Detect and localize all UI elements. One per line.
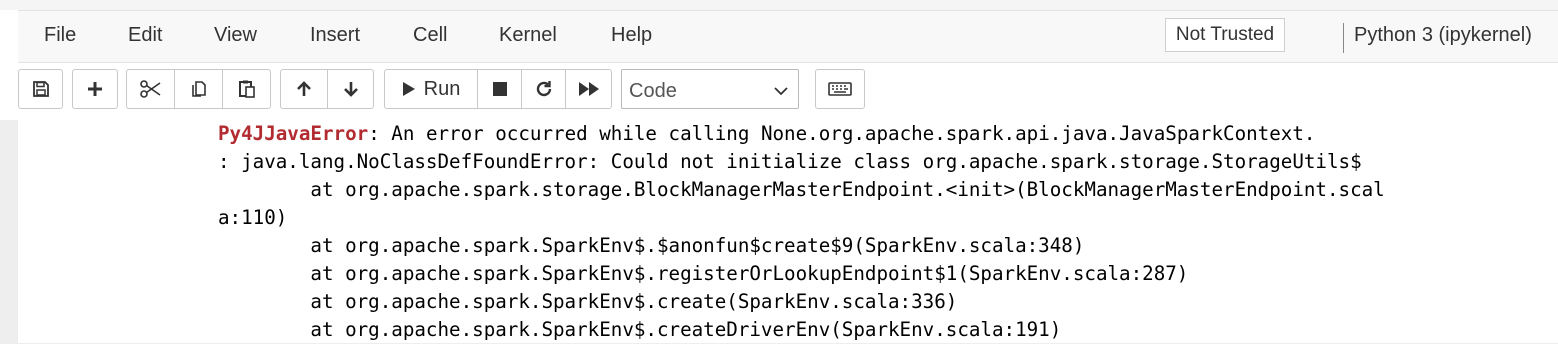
traceback-line: at org.apache.spark.storage.BlockManager… — [218, 178, 1385, 201]
menubar: File Edit View Insert Cell Kernel Help N… — [18, 10, 1558, 63]
plus-icon — [86, 80, 104, 98]
traceback-line: a:110) — [218, 206, 288, 229]
scissors-icon — [139, 80, 162, 98]
menu-file[interactable]: File — [44, 24, 76, 47]
menu-kernel[interactable]: Kernel — [499, 24, 557, 47]
insert-cell-button[interactable] — [72, 69, 118, 109]
paste-button[interactable] — [222, 69, 271, 109]
menu-cell[interactable]: Cell — [413, 24, 447, 47]
cut-button[interactable] — [126, 69, 175, 109]
arrow-down-icon — [342, 80, 360, 98]
play-icon — [402, 81, 416, 97]
restart-button[interactable] — [521, 69, 566, 109]
chevron-down-icon — [774, 83, 788, 101]
error-traceback: Py4JJavaError: An error occurred while c… — [218, 120, 1385, 344]
menu-help[interactable]: Help — [611, 24, 652, 47]
traceback-line: at org.apache.spark.SparkEnv$.createDriv… — [218, 318, 1062, 341]
insert-group — [72, 69, 118, 109]
error-header-line: Py4JJavaError: An error occurred while c… — [218, 120, 1385, 148]
run-label: Run — [423, 77, 461, 100]
fast-forward-icon — [578, 81, 600, 97]
traceback-line: at org.apache.spark.SparkEnv$.$anonfun$c… — [218, 234, 1085, 257]
kernel-name[interactable]: Python 3 (ipykernel) — [1354, 24, 1532, 47]
command-palette-button[interactable] — [815, 69, 865, 109]
move-up-button[interactable] — [280, 69, 328, 109]
notebook-header: File Edit View Insert Cell Kernel Help N… — [0, 0, 1558, 120]
cell-type-select[interactable]: Code — [621, 69, 799, 109]
command-palette-group — [815, 69, 865, 109]
restart-run-all-button[interactable] — [565, 69, 612, 109]
arrow-up-icon — [295, 80, 313, 98]
keyboard-icon — [828, 81, 852, 97]
kernel-divider — [1343, 23, 1344, 53]
traceback-line: at org.apache.spark.SparkEnv$.create(Spa… — [218, 290, 958, 313]
notebook-area: Py4JJavaError: An error occurred while c… — [0, 120, 1558, 343]
edit-group — [126, 69, 271, 109]
not-trusted-button[interactable]: Not Trusted — [1165, 18, 1285, 52]
menu-edit[interactable]: Edit — [128, 24, 162, 47]
move-down-button[interactable] — [327, 69, 374, 109]
stop-icon — [492, 81, 508, 97]
save-icon — [32, 80, 50, 98]
run-button[interactable]: Run — [384, 69, 478, 109]
menu-view[interactable]: View — [214, 24, 257, 47]
paste-icon — [237, 79, 257, 99]
run-group: Run — [384, 69, 612, 109]
copy-icon — [189, 79, 209, 99]
move-group — [280, 69, 374, 109]
error-name: Py4JJavaError — [218, 122, 369, 145]
save-button[interactable] — [18, 69, 63, 109]
interrupt-button[interactable] — [477, 69, 522, 109]
menu-insert[interactable]: Insert — [310, 24, 360, 47]
save-group — [18, 69, 63, 109]
toolbar: Run Code — [0, 61, 1558, 120]
traceback-line: : java.lang.NoClassDefFoundError: Could … — [218, 150, 1362, 173]
error-message: : An error occurred while calling None.o… — [368, 122, 1316, 145]
restart-icon — [535, 80, 553, 98]
header-top-strip — [0, 0, 1558, 10]
traceback-line: at org.apache.spark.SparkEnv$.registerOr… — [218, 262, 1189, 285]
copy-button[interactable] — [174, 69, 223, 109]
cell-type-value: Code — [629, 80, 677, 102]
cell-output: Py4JJavaError: An error occurred while c… — [18, 120, 1558, 343]
